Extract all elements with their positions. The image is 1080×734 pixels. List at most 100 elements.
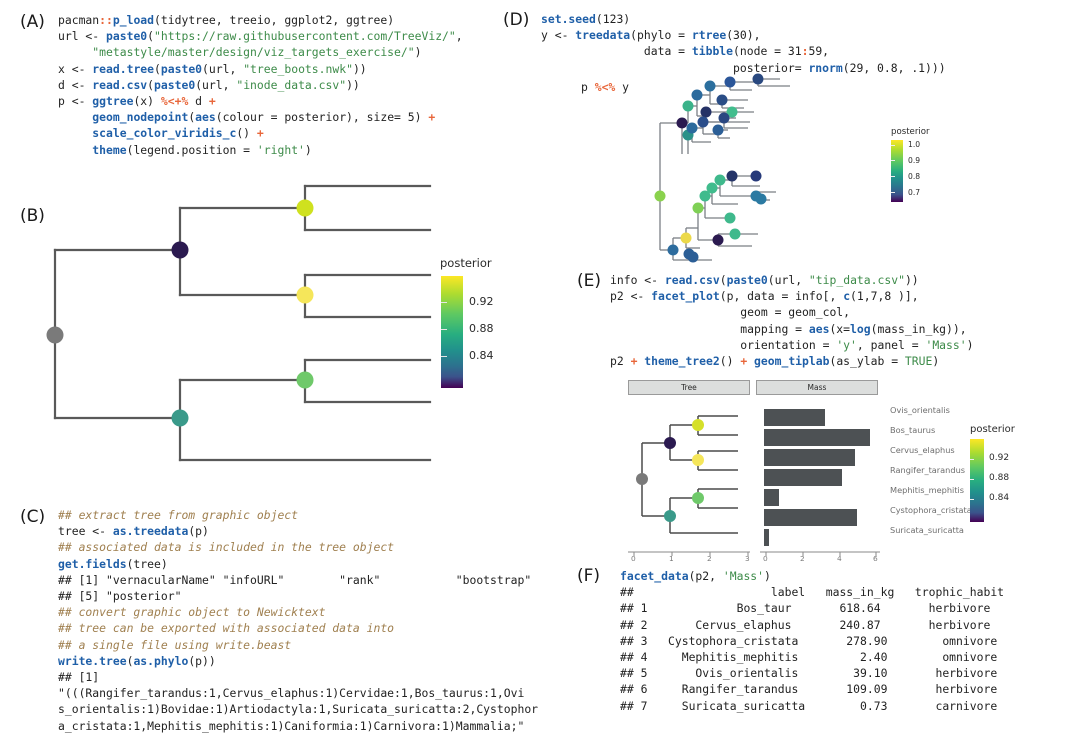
legend-e-label-0: 0.92 [989,453,1010,463]
tip-label-3: Rangifer_tarandus [890,465,966,475]
code-token: TRUE [904,354,933,369]
panel-a-code: pacman::p_load(tidytree, treeio, ggplot2… [58,12,463,158]
code-line: ## a single file using write.beast [58,637,538,653]
bar-rangifer-tarandus [764,469,842,486]
code-token: (x= [829,321,851,336]
code-token: (p)) [188,653,216,668]
code-token: paste0 [154,77,196,92]
bar-bos-taurus [764,429,870,446]
tree-node-n3 [296,286,314,304]
tip-label-6: Suricata_suricatta [890,525,964,535]
e-tree-tick-2: 2 [707,554,712,563]
code-token: (p2, [688,569,723,583]
legend-d-tick-0 [891,145,895,146]
panel-f-label: (F) [577,566,601,586]
tree-node-n2 [296,199,314,217]
code-token: 'y' [836,337,857,352]
panel-d-label: (D) [503,10,530,30]
code-line: s_orientalis:1)Bovidae:1)Artiodactyla:1,… [58,701,538,717]
panel-e-bars [764,409,870,546]
e-mass-tick-2: 4 [837,554,842,563]
code-token: ## tree can be exported with associated … [58,621,395,636]
e-tree-tick-1: 1 [669,554,674,563]
code-line: facet_data(p2, 'Mass') [620,568,1004,584]
code-token: p_load [112,13,155,27]
bar-cystophora-cristata [764,509,857,526]
code-line: get.fields(tree) [58,556,538,572]
code-token: ( [154,61,161,76]
code-token: get.fields [58,556,127,571]
legend-b-tick-2 [441,356,447,357]
code-token: theme [92,142,127,157]
code-token: (phylo = [630,28,692,43]
code-token: (url, [195,77,237,92]
code-token: set.seed [541,12,596,26]
legend-d-title: posterior [891,127,930,137]
code-token: (p, data = info[, [719,289,844,304]
code-token: "(((Rangifer_tarandus:1,Cervus_elaphus:1… [58,686,525,701]
code-line: ## [1] "vernacularName" "infoURL" "rank"… [58,572,538,588]
code-token: pacman [58,13,100,27]
legend-b-tick-1 [441,329,447,330]
code-line: mapping = aes(x=log(mass_in_kg)), [610,321,973,337]
code-token: data = [541,44,692,59]
code-token: ( [719,273,727,287]
facet-strip-mass-label: Mass [807,383,827,392]
code-token: y <- [541,28,576,43]
legend-b-label-1: 0.88 [469,322,494,335]
code-token: facet_plot [651,289,720,304]
code-token: write.tree [58,653,127,668]
code-line: ## [5] "posterior" [58,588,538,604]
code-line: ## 7 Suricata_suricatta 0.73 carnivore [620,698,998,713]
legend-b-label-0: 0.92 [469,295,494,308]
code-token: ) [414,45,422,60]
code-token: scale_color_viridis_c [92,126,237,141]
code-line: ## 1 Bos_taur 618.64 herbivore [620,601,991,616]
panel-e-label: (E) [577,271,602,291]
legend-e-title: posterior [970,424,1015,435]
code-token: rnorm [808,60,843,75]
code-token: ## associated data is included in the tr… [58,540,395,555]
code-token: , panel = [856,337,926,352]
code-token: "tip_data.csv" [808,273,905,287]
code-token: ( [147,77,155,92]
code-token: paste0 [106,29,148,44]
code-token: %<+% [160,94,189,109]
code-token: (tree) [126,556,168,571]
code-token: ) [304,142,312,157]
code-token: read.csv [92,77,148,92]
legend-b-colorbar [441,276,463,388]
code-line: p %<% y [581,79,629,95]
code-token: (p) [188,524,209,539]
code-token: ## extract tree from graphic object [58,508,299,522]
legend-e-tick-1 [970,479,974,480]
code-line: ## associated data is included in the tr… [58,539,538,555]
code-token: )) [904,273,919,287]
e-node-c [692,454,704,466]
e-mass-tick-0: 0 [763,554,768,563]
code-line: y <- treedata(phylo = rtree(30), [541,27,946,43]
code-line: ## extract tree from graphic object [58,507,538,523]
legend-d-tick-3 [891,192,895,193]
code-line: pacman::p_load(tidytree, treeio, ggplot2… [58,12,463,28]
code-token: (29, 0.8, .1))) [842,60,946,75]
code-token: geom_nodepoint [92,110,189,125]
code-token: 59, [808,44,830,59]
code-token: ## convert graphic object to Newicktext [58,605,326,620]
code-token: x <- [58,61,93,76]
legend-d-tick-2 [891,176,895,177]
bar-mephitis-mephitis [764,489,779,506]
e-node-b [692,419,704,431]
code-token: paste0 [726,273,768,287]
e-tree-tick-3: 3 [745,554,750,563]
code-token: aes [195,110,216,125]
code-token: y [615,80,630,94]
code-line: theme(legend.position = 'right') [58,142,463,158]
code-line: p2 + theme_tree2() + geom_tiplab(as_ylab… [610,353,973,369]
code-token: 'Mass' [925,337,967,352]
facet-strip-mass: Mass [756,380,878,395]
code-line: ## 5 Ovis_orientalis 39.10 herbivore [620,666,998,681]
code-token: ## a single file using write.beast [58,637,292,652]
